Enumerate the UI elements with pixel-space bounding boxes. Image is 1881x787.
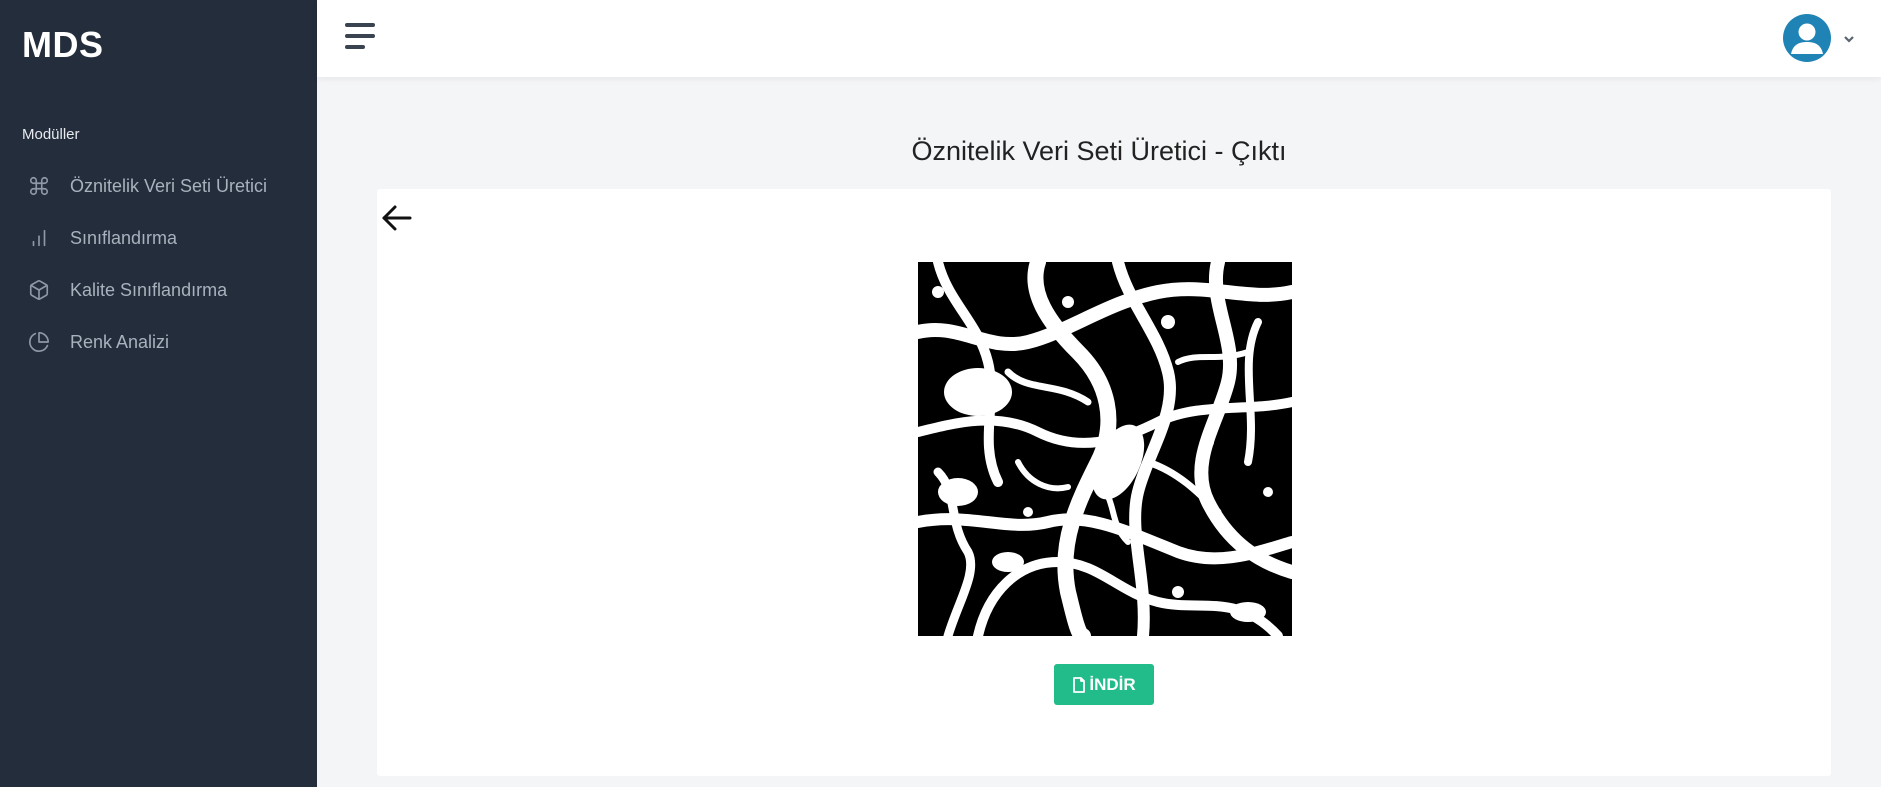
section-label-modules: Modüller [22, 126, 80, 143]
page-title: Öznitelik Veri Seti Üretici - Çıktı [911, 136, 1287, 166]
sidebar-item-label: Kalite Sınıflandırma [70, 279, 228, 300]
chevron-down-icon[interactable] [1843, 32, 1855, 44]
sidebar-item-classification[interactable]: Sınıflandırma [0, 212, 317, 264]
output-card: İNDİR [377, 189, 1831, 776]
command-icon [28, 175, 50, 197]
bar-chart-icon [28, 227, 50, 249]
download-label: İNDİR [1089, 674, 1136, 694]
user-avatar-icon[interactable] [1783, 14, 1831, 62]
top-navbar [317, 0, 1881, 77]
user-menu[interactable] [1783, 14, 1855, 62]
sidebar-item-feature-dataset-generator[interactable]: Öznitelik Veri Seti Üretici [0, 160, 317, 212]
sidebar-item-label: Renk Analizi [70, 331, 170, 352]
pie-chart-icon [28, 331, 50, 353]
sidebar-item-label: Sınıflandırma [70, 227, 178, 248]
sidebar-item-label: Öznitelik Veri Seti Üretici [70, 175, 268, 196]
binary-output-image [918, 262, 1292, 636]
sidebar: MDS Modüller Öznitelik Veri Seti Üretici… [0, 0, 317, 787]
brand-logo[interactable]: MDS [22, 24, 104, 66]
arrow-left-icon[interactable] [379, 202, 413, 234]
sidebar-item-quality-classification[interactable]: Kalite Sınıflandırma [0, 264, 317, 316]
hamburger-icon[interactable] [345, 22, 377, 50]
sidebar-nav: Öznitelik Veri Seti Üretici Sınıflandırm… [0, 160, 317, 368]
file-icon [1072, 676, 1086, 693]
download-button[interactable]: İNDİR [1054, 664, 1154, 705]
sidebar-item-color-analysis[interactable]: Renk Analizi [0, 316, 317, 368]
box-icon [28, 279, 50, 301]
